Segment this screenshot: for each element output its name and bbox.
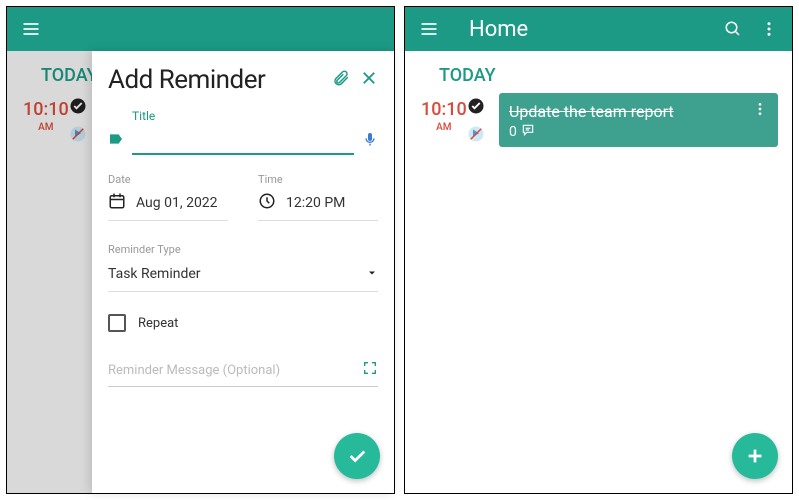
modal-title: Add Reminder — [108, 65, 332, 95]
title-field-label: Title — [132, 109, 378, 123]
reminder-type-value: Task Reminder — [108, 266, 366, 282]
task-overflow-icon[interactable] — [752, 101, 768, 121]
close-icon[interactable] — [360, 69, 378, 91]
reminder-type-select[interactable]: Task Reminder — [108, 256, 378, 292]
tag-icon[interactable] — [108, 131, 124, 151]
add-reminder-sheet: Add Reminder Title — [92, 51, 394, 493]
message-input[interactable]: Reminder Message (Optional) — [108, 363, 362, 378]
done-badge-icon — [467, 97, 485, 119]
overflow-menu-icon[interactable] — [760, 20, 778, 38]
reminder-time: 10:10 — [421, 99, 467, 120]
confirm-fab[interactable] — [334, 433, 380, 479]
repeat-label: Repeat — [138, 316, 178, 331]
expand-icon[interactable] — [362, 360, 378, 380]
reminder-type-label: Reminder Type — [108, 243, 378, 256]
clock-icon — [258, 192, 276, 214]
time-label: Time — [258, 173, 378, 186]
chevron-down-icon — [366, 264, 378, 283]
date-value: Aug 01, 2022 — [136, 195, 218, 211]
search-icon[interactable] — [724, 20, 742, 38]
date-picker[interactable]: Aug 01, 2022 — [108, 186, 228, 221]
date-label: Date — [108, 173, 228, 186]
repeat-checkbox[interactable] — [108, 314, 126, 332]
title-input[interactable] — [132, 127, 354, 155]
comment-icon — [521, 123, 535, 141]
time-picker[interactable]: 12:20 PM — [258, 186, 378, 221]
task-card[interactable]: Update the team report 0 — [499, 93, 778, 147]
menu-icon[interactable] — [21, 19, 41, 39]
add-fab[interactable] — [732, 433, 778, 479]
task-comment-count: 0 — [509, 124, 517, 140]
attachment-icon[interactable] — [332, 69, 350, 91]
task-title: Update the team report — [509, 102, 752, 121]
mic-icon[interactable] — [362, 131, 378, 151]
time-value: 12:20 PM — [286, 195, 345, 211]
appbar-title: Home — [469, 17, 724, 42]
menu-icon[interactable] — [419, 19, 439, 39]
today-label: TODAY — [405, 51, 792, 96]
alarm-off-icon — [467, 125, 485, 147]
reminder-ampm: AM — [421, 122, 467, 133]
calendar-icon — [108, 192, 126, 214]
